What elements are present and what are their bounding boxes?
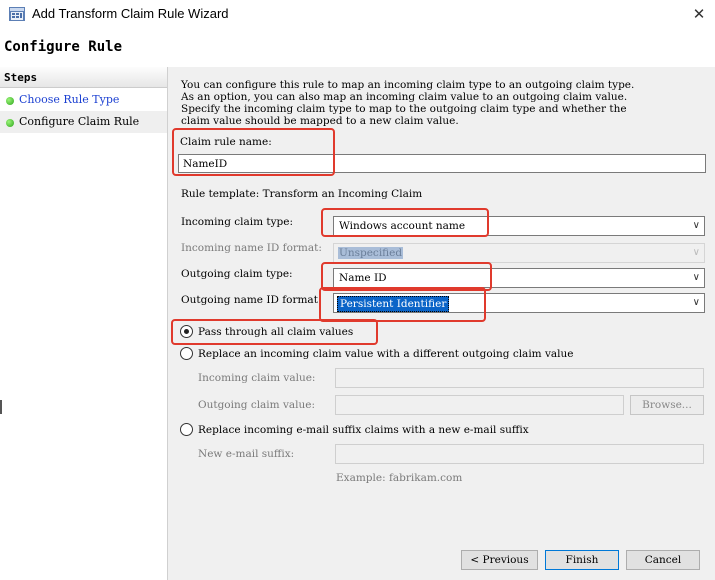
new-suffix-input[interactable] [335, 444, 704, 464]
highlight-box [319, 287, 486, 322]
description-text: You can configure this rule to map an in… [181, 79, 701, 127]
steps-title: Steps [4, 71, 38, 84]
green-dot-icon [6, 119, 14, 127]
description-line: As an option, you can also map an incomi… [181, 91, 628, 103]
chevron-down-icon: ∨ [692, 297, 700, 308]
previous-button[interactable]: < Previous [461, 550, 538, 570]
new-suffix-label: New e-mail suffix: [198, 448, 295, 460]
description-line: Specify the incoming claim type to map t… [181, 103, 627, 115]
incoming-claim-type-label: Incoming claim type: [181, 216, 294, 228]
app-icon [9, 7, 25, 21]
close-button[interactable]: ✕ [686, 2, 712, 26]
incoming-name-id-format-value: Unspecified [338, 247, 404, 259]
replace-suffix-label[interactable]: Replace incoming e-mail suffix claims wi… [198, 424, 529, 436]
example-text: Example: fabrikam.com [336, 472, 463, 484]
outgoing-claim-type-label: Outgoing claim type: [181, 268, 293, 280]
close-icon: ✕ [692, 5, 706, 23]
outgoing-name-id-format-label: Outgoing name ID format: [181, 294, 322, 306]
replace-suffix-radio[interactable] [180, 423, 193, 436]
step-label: Choose Rule Type [19, 93, 120, 106]
outgoing-claim-value-input[interactable] [335, 395, 624, 415]
incoming-claim-value-input[interactable] [335, 368, 704, 388]
step-choose-rule-type[interactable]: Choose Rule Type [0, 89, 167, 111]
chevron-down-icon: ∨ [692, 247, 700, 258]
chevron-down-icon: ∨ [692, 272, 700, 283]
description-line: claim value should be mapped to a new cl… [181, 115, 459, 127]
browse-button[interactable]: Browse... [630, 395, 704, 415]
chevron-down-icon: ∨ [692, 220, 700, 231]
green-dot-icon [6, 97, 14, 105]
step-label: Configure Claim Rule [19, 115, 140, 128]
window-edge-mark [0, 400, 2, 414]
replace-value-radio[interactable] [180, 347, 193, 360]
highlight-box [171, 319, 378, 345]
rule-template-text: Rule template: Transform an Incoming Cla… [181, 188, 423, 200]
highlight-box [172, 128, 335, 176]
step-configure-claim-rule[interactable]: Configure Claim Rule [0, 111, 167, 133]
steps-panel [0, 67, 168, 580]
incoming-name-id-format-label: Incoming name ID format: [181, 242, 322, 254]
window-title: Add Transform Claim Rule Wizard [32, 6, 229, 21]
incoming-name-id-format-select[interactable]: Unspecified ∨ [333, 243, 705, 263]
outgoing-claim-value-label: Outgoing claim value: [198, 399, 316, 411]
description-line: You can configure this rule to map an in… [181, 79, 635, 91]
finish-button[interactable]: Finish [545, 550, 619, 570]
replace-value-label[interactable]: Replace an incoming claim value with a d… [198, 348, 574, 360]
cancel-button[interactable]: Cancel [626, 550, 700, 570]
page-title: Configure Rule [4, 39, 123, 55]
highlight-box [321, 208, 489, 237]
incoming-claim-value-label: Incoming claim value: [198, 372, 316, 384]
